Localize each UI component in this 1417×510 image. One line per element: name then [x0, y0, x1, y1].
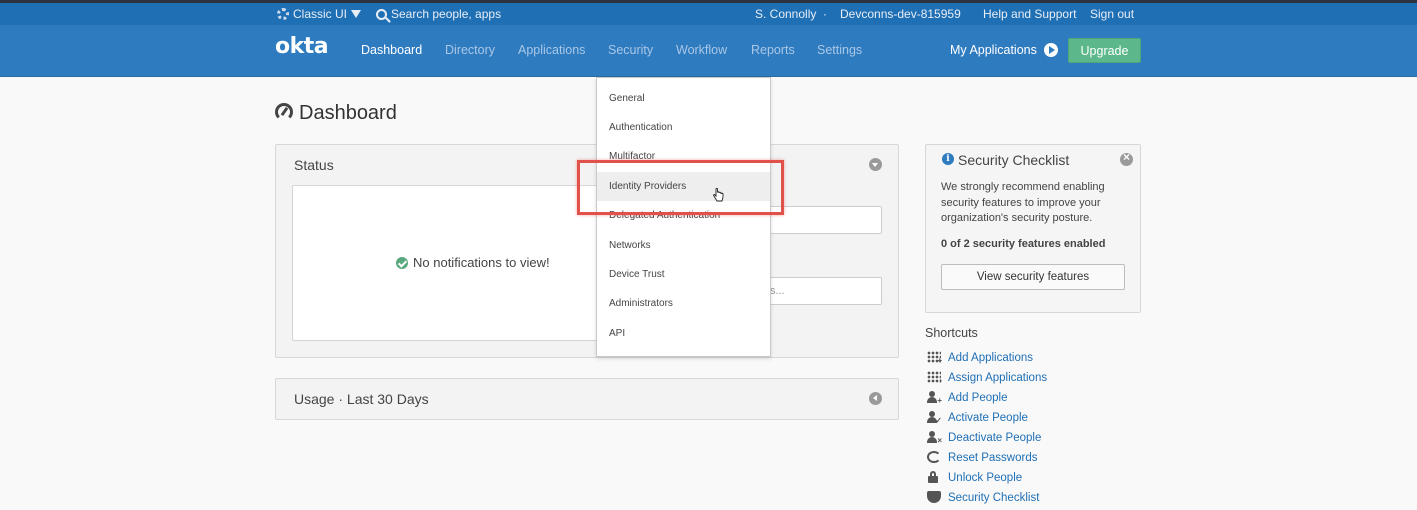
shortcut-unlock-people[interactable]: Unlock People [927, 471, 1022, 487]
my-applications-link[interactable]: My Applications [950, 43, 1037, 57]
shortcut-label: Security Checklist [948, 492, 1040, 504]
shortcut-label: Activate People [948, 412, 1028, 424]
help-link[interactable]: Help and Support [983, 7, 1076, 21]
highlight-box [577, 160, 784, 215]
nav-directory[interactable]: Directory [445, 43, 495, 57]
utility-bar: Classic UI Search people, apps S. Connol… [0, 3, 1417, 25]
page-title: Dashboard [275, 102, 397, 125]
shortcut-label: Add Applications [948, 352, 1034, 364]
security-checklist-body: We strongly recommend enabling security … [941, 181, 1105, 224]
usage-title: Usage · Last 30 Days [294, 391, 429, 407]
menu-item-api[interactable]: API [609, 328, 625, 339]
nav-settings[interactable]: Settings [817, 43, 862, 57]
okta-logo[interactable]: okta [275, 34, 329, 59]
caret-down-icon [351, 10, 362, 18]
security-checklist-title: Security Checklist [958, 152, 1070, 168]
lock-icon [927, 471, 941, 483]
main-nav: okta Dashboard Directory Applications Se… [0, 25, 1417, 77]
view-security-features-button[interactable]: View security features [941, 264, 1125, 290]
shortcut-security-checklist[interactable]: Security Checklist [927, 491, 1039, 507]
shortcuts-title: Shortcuts [925, 326, 978, 340]
info-icon: i [942, 153, 954, 165]
nav-reports[interactable]: Reports [751, 43, 795, 57]
shortcut-label: Assign Applications [948, 372, 1048, 384]
org-name: Devconns-dev-815959 [840, 7, 961, 21]
usage-expand-icon[interactable] [869, 392, 882, 405]
shortcut-label: Add People [948, 392, 1008, 404]
status-field-2-placeholder: s... [770, 285, 785, 297]
menu-item-networks[interactable]: Networks [609, 240, 651, 251]
grid-assign-icon: › [927, 371, 942, 385]
shortcut-label: Reset Passwords [948, 452, 1038, 464]
status-field-2[interactable] [768, 277, 882, 305]
person-deactivate-icon: × [927, 431, 942, 445]
no-notifications-text: No notifications to view! [413, 255, 550, 270]
shortcut-deactivate-people[interactable]: × Deactivate People [927, 431, 1041, 447]
menu-item-administrators[interactable]: Administrators [609, 298, 673, 309]
menu-item-device-trust[interactable]: Device Trust [609, 269, 665, 280]
shortcut-label: Unlock People [948, 472, 1023, 484]
upgrade-button[interactable]: Upgrade [1068, 38, 1141, 63]
signout-link[interactable]: Sign out [1090, 7, 1134, 21]
nav-workflow[interactable]: Workflow [676, 43, 727, 57]
classic-ui-label: Classic UI [293, 7, 348, 21]
shortcut-add-applications[interactable]: + Add Applications [927, 351, 1033, 367]
shortcut-reset-passwords[interactable]: Reset Passwords [927, 451, 1037, 467]
refresh-icon [927, 451, 941, 463]
person-activate-icon: ✓ [927, 411, 942, 425]
nav-dashboard[interactable]: Dashboard [361, 43, 422, 57]
user-name[interactable]: S. Connolly [755, 7, 816, 21]
person-add-icon: + [927, 391, 942, 405]
separator-dot: · [823, 7, 827, 21]
shield-icon [927, 491, 941, 503]
search-people-apps[interactable]: Search people, apps [376, 7, 501, 21]
hand-cursor-icon [713, 188, 724, 202]
search-label: Search people, apps [391, 7, 502, 21]
nav-security[interactable]: Security [608, 43, 653, 57]
shortcut-activate-people[interactable]: ✓ Activate People [927, 411, 1028, 427]
arrow-right-icon[interactable] [1044, 43, 1058, 57]
status-field-1[interactable] [768, 206, 882, 234]
grid-plus-icon: + [927, 351, 942, 365]
gear-icon [277, 8, 289, 20]
menu-item-authentication[interactable]: Authentication [609, 122, 672, 133]
shortcut-label: Deactivate People [948, 432, 1042, 444]
nav-applications[interactable]: Applications [518, 43, 585, 57]
check-circle-icon [396, 257, 408, 269]
menu-item-general[interactable]: General [609, 93, 645, 104]
classic-ui-toggle[interactable]: Classic UI [277, 7, 362, 21]
status-collapse-icon[interactable] [869, 158, 882, 171]
dashboard-gauge-icon [275, 103, 293, 121]
close-icon[interactable] [1120, 150, 1133, 166]
status-title: Status [294, 157, 334, 173]
shortcut-add-people[interactable]: + Add People [927, 391, 1007, 407]
security-checklist-status: 0 of 2 security features enabled [941, 238, 1106, 250]
page-title-text: Dashboard [299, 102, 397, 124]
shortcut-assign-applications[interactable]: › Assign Applications [927, 371, 1047, 387]
no-notifications: No notifications to view! [396, 255, 550, 270]
search-icon [376, 9, 387, 20]
